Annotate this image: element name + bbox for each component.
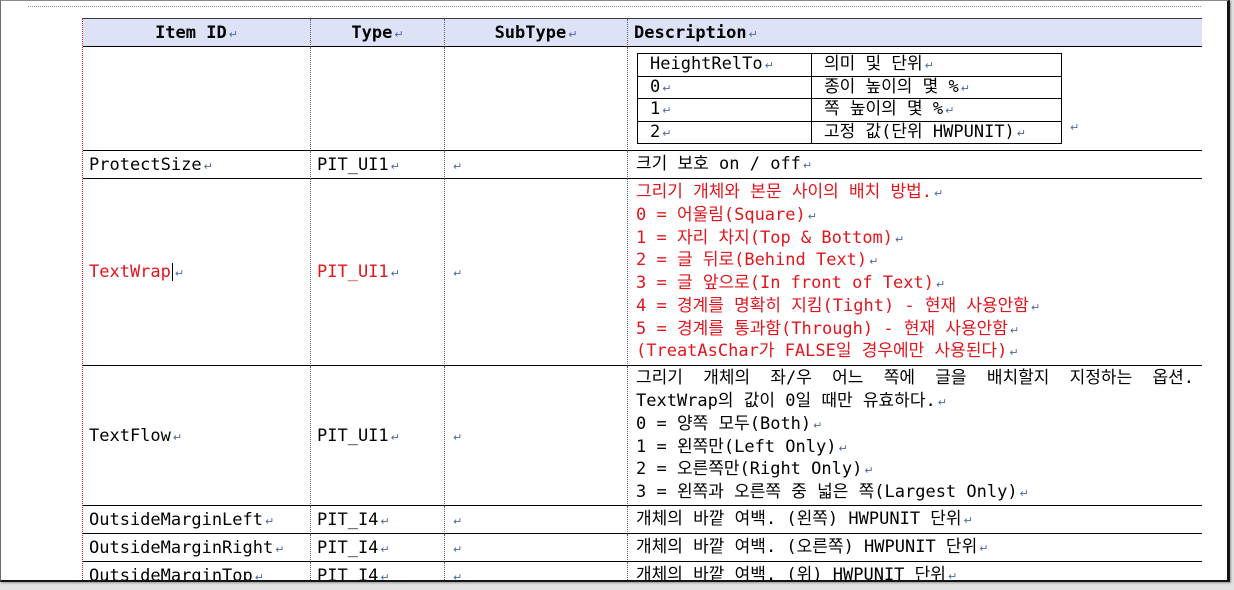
header-type-text: Type bbox=[351, 23, 403, 43]
paragraph-mark-icon bbox=[451, 155, 462, 175]
paragraph-mark-icon bbox=[451, 426, 462, 446]
description-line: 크기 보호 on / off bbox=[636, 153, 1194, 176]
nested-meaning-text: 고정 값(단위 HWPUNIT) bbox=[824, 122, 1026, 142]
cell-subtype[interactable] bbox=[445, 151, 628, 179]
nested-header-text: 의미 및 단위 bbox=[824, 54, 934, 74]
header-description-text: Description bbox=[634, 23, 758, 43]
cell-type[interactable]: PIT_UI1 bbox=[311, 151, 445, 179]
item-id-text: TextFlow bbox=[89, 426, 182, 446]
description-line: (TreatAsChar가 FALSE일 경우에만 사용된다) bbox=[636, 340, 1194, 363]
paragraph-mark-icon bbox=[451, 566, 462, 581]
cell-description[interactable]: 그리기 개체와 본문 사이의 배치 방법. 0 = 어울림(Square) 1 … bbox=[628, 179, 1202, 366]
type-text: PIT_I4 bbox=[317, 538, 390, 558]
cell-subtype[interactable] bbox=[445, 366, 628, 506]
properties-table: Item ID Type SubType Description HeightR… bbox=[82, 18, 1202, 581]
paragraph-mark-icon bbox=[451, 262, 462, 282]
item-id-text: ProtectSize bbox=[89, 155, 213, 175]
type-text: PIT_UI1 bbox=[317, 155, 400, 175]
cell-item-id[interactable] bbox=[83, 47, 311, 151]
paragraph-mark-icon bbox=[1068, 116, 1079, 136]
description-line: 개체의 바깥 여백. (왼쪽) HWPUNIT 단위 bbox=[636, 508, 1194, 531]
cell-description[interactable]: 개체의 바깥 여백. (왼쪽) HWPUNIT 단위 bbox=[628, 506, 1202, 534]
item-id-text: OutsideMarginLeft bbox=[89, 510, 274, 530]
paragraph-mark-icon bbox=[173, 262, 184, 282]
nested-cell[interactable]: 1 bbox=[638, 99, 812, 122]
nested-cell[interactable]: 2 bbox=[638, 121, 812, 144]
description-line: 개체의 바깥 여백. (오른쪽) HWPUNIT 단위 bbox=[636, 536, 1194, 559]
item-id-text: OutsideMarginRight bbox=[89, 538, 284, 558]
type-text: PIT_I4 bbox=[317, 566, 390, 581]
nested-cell[interactable]: 쪽 높이의 몇 % bbox=[812, 99, 1062, 122]
header-item-id-text: Item ID bbox=[155, 23, 238, 43]
cell-subtype[interactable] bbox=[445, 506, 628, 534]
nested-meaning-text: 쪽 높이의 몇 % bbox=[824, 99, 954, 119]
cell-item-id[interactable]: ProtectSize bbox=[83, 151, 311, 179]
description-line: 1 = 왼쪽만(Left Only) bbox=[636, 436, 1194, 459]
nested-meaning-text: 종이 높이의 몇 % bbox=[824, 77, 970, 97]
description-line: 0 = 어울림(Square) bbox=[636, 204, 1194, 227]
nested-value-text: 1 bbox=[650, 99, 671, 119]
cell-type[interactable]: PIT_I4 bbox=[311, 506, 445, 534]
description-line: 1 = 자리 차지(Top & Bottom) bbox=[636, 227, 1194, 250]
description-line: 4 = 경계를 명확히 지킴(Tight) - 현재 사용안함 bbox=[636, 295, 1194, 318]
nested-cell[interactable]: 0 bbox=[638, 76, 812, 99]
item-id-text: TextWrap bbox=[89, 262, 171, 282]
height-rel-to-table: HeightRelTo 의미 및 단위 0 종이 높이의 몇 % 1 bbox=[637, 53, 1062, 144]
cell-type[interactable] bbox=[311, 47, 445, 151]
nested-cell[interactable]: 종이 높이의 몇 % bbox=[812, 76, 1062, 99]
page-margin-guide bbox=[28, 6, 1201, 7]
cell-item-id[interactable]: OutsideMarginRight bbox=[83, 534, 311, 562]
header-item-id[interactable]: Item ID bbox=[83, 19, 311, 47]
document-page: Item ID Type SubType Description HeightR… bbox=[0, 0, 1230, 582]
cell-subtype[interactable] bbox=[445, 179, 628, 366]
cell-description[interactable]: HeightRelTo 의미 및 단위 0 종이 높이의 몇 % 1 bbox=[628, 47, 1202, 151]
cell-subtype[interactable] bbox=[445, 562, 628, 581]
cell-subtype[interactable] bbox=[445, 534, 628, 562]
cell-description[interactable]: 개체의 바깥 여백. (오른쪽) HWPUNIT 단위 bbox=[628, 534, 1202, 562]
header-type[interactable]: Type bbox=[311, 19, 445, 47]
cell-subtype[interactable] bbox=[445, 47, 628, 151]
nested-header-text: HeightRelTo bbox=[650, 54, 774, 74]
nested-value-text: 2 bbox=[650, 122, 671, 142]
description-line: 3 = 글 앞으로(In front of Text) bbox=[636, 272, 1194, 295]
cell-item-id[interactable]: TextWrap bbox=[83, 179, 311, 366]
description-line: 그리기 개체의 좌/우 어느 쪽에 글을 배치할지 지정하는 옵션. bbox=[636, 368, 1194, 389]
type-text: PIT_I4 bbox=[317, 510, 390, 530]
cell-item-id[interactable]: TextFlow bbox=[83, 366, 311, 506]
description-line: 5 = 경계를 통과함(Through) - 현재 사용안함 bbox=[636, 318, 1194, 341]
nested-header-cell[interactable]: 의미 및 단위 bbox=[812, 54, 1062, 77]
paragraph-mark-icon bbox=[451, 510, 462, 530]
nested-cell[interactable]: 고정 값(단위 HWPUNIT) bbox=[812, 121, 1062, 144]
description-line: 개체의 바깥 여백. (위) HWPUNIT 단위 bbox=[636, 564, 1194, 580]
type-text: PIT_UI1 bbox=[317, 426, 400, 446]
description-line: 그리기 개체와 본문 사이의 배치 방법. bbox=[636, 181, 1194, 204]
cell-description[interactable]: 크기 보호 on / off bbox=[628, 151, 1202, 179]
paragraph-mark-icon bbox=[451, 538, 462, 558]
description-line: TextWrap의 값이 0일 때만 유효하다. bbox=[636, 390, 1194, 413]
header-subtype[interactable]: SubType bbox=[445, 19, 628, 47]
header-description[interactable]: Description bbox=[628, 19, 1202, 47]
cell-type[interactable]: PIT_I4 bbox=[311, 534, 445, 562]
header-subtype-text: SubType bbox=[495, 23, 578, 43]
nested-header-cell[interactable]: HeightRelTo bbox=[638, 54, 812, 77]
cell-type[interactable]: PIT_I4 bbox=[311, 562, 445, 581]
cell-description[interactable]: 그리기 개체의 좌/우 어느 쪽에 글을 배치할지 지정하는 옵션. TextW… bbox=[628, 366, 1202, 506]
description-line: 2 = 오른쪽만(Right Only) bbox=[636, 458, 1194, 481]
cell-description[interactable]: 개체의 바깥 여백. (위) HWPUNIT 단위 bbox=[628, 562, 1202, 580]
cell-type[interactable]: PIT_UI1 bbox=[311, 366, 445, 506]
type-text: PIT_UI1 bbox=[317, 262, 400, 282]
nested-value-text: 0 bbox=[650, 77, 671, 97]
item-id-text: OutsideMarginTop bbox=[89, 566, 264, 581]
cell-item-id[interactable]: OutsideMarginLeft bbox=[83, 506, 311, 534]
cell-item-id[interactable]: OutsideMarginTop bbox=[83, 562, 311, 581]
description-line: 0 = 양쪽 모두(Both) bbox=[636, 413, 1194, 436]
cell-type[interactable]: PIT_UI1 bbox=[311, 179, 445, 366]
description-line: 3 = 왼쪽과 오른쪽 중 넓은 쪽(Largest Only) bbox=[636, 481, 1194, 504]
description-line: 2 = 글 뒤로(Behind Text) bbox=[636, 249, 1194, 272]
